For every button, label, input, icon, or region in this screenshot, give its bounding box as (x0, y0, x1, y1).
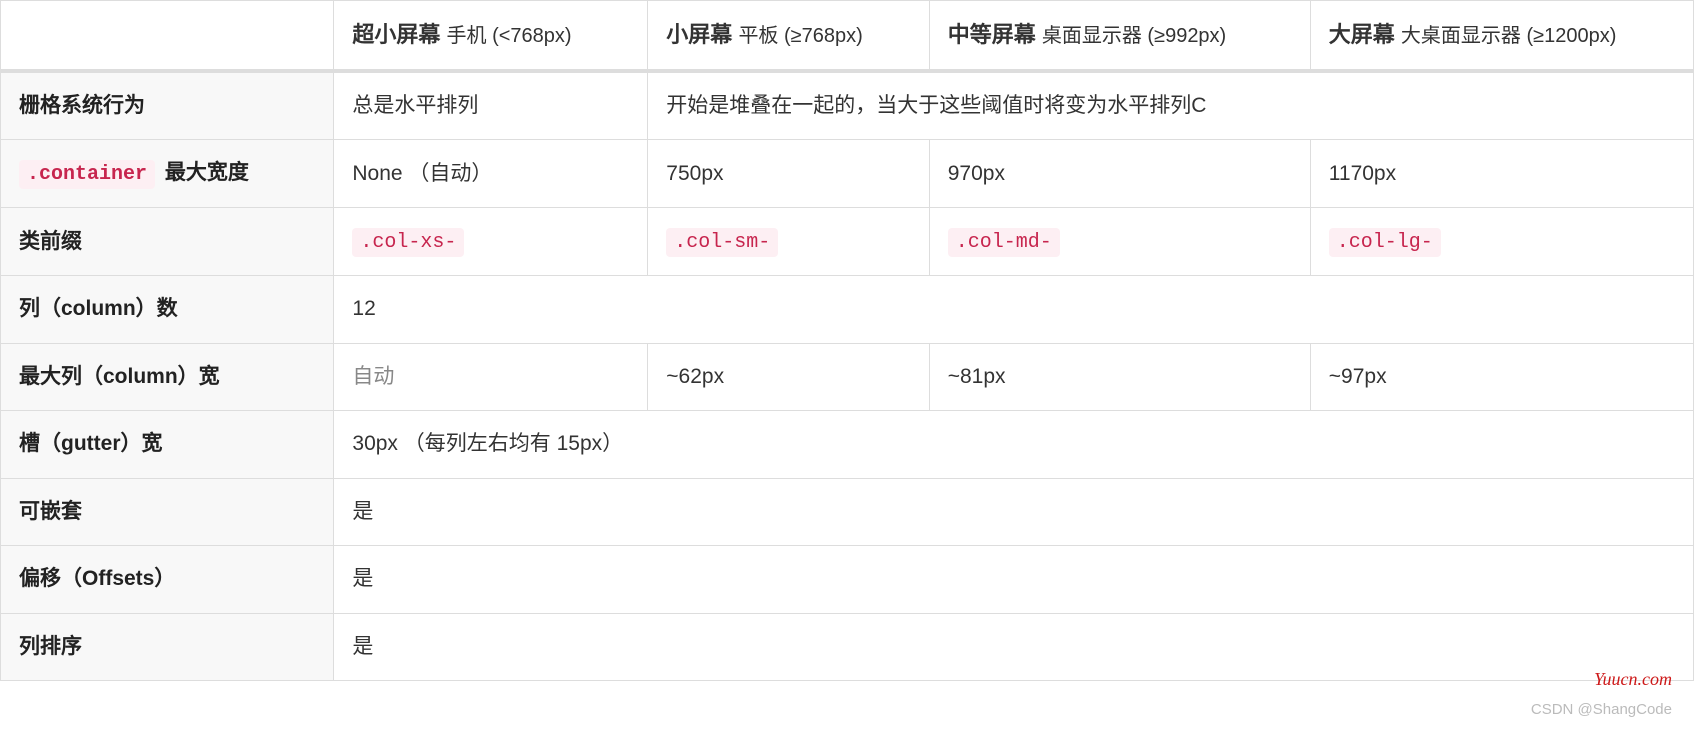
cell-maxcol-xs: 自动 (334, 343, 648, 410)
header-xs-sub: 手机 (<768px) (447, 25, 572, 47)
header-sm-sub: 平板 (≥768px) (738, 25, 862, 47)
table-row: 列（column）数 12 (1, 276, 1694, 343)
header-xs: 超小屏幕 手机 (<768px) (334, 1, 648, 72)
row-label-behavior: 栅格系统行为 (1, 71, 334, 140)
table-row: 栅格系统行为 总是水平排列 开始是堆叠在一起的，当大于这些阈值时将变为水平排列C (1, 71, 1694, 140)
header-lg: 大屏幕 大桌面显示器 (≥1200px) (1310, 1, 1693, 72)
row-label-ordering: 列排序 (1, 613, 334, 680)
table-row: 可嵌套 是 (1, 478, 1694, 545)
row-label-container: .container 最大宽度 (1, 140, 334, 208)
container-code: .container (19, 160, 155, 189)
header-lg-main: 大屏幕 (1329, 22, 1395, 47)
container-label-suffix: 最大宽度 (165, 161, 249, 184)
row-label-nestable: 可嵌套 (1, 478, 334, 545)
header-sm: 小屏幕 平板 (≥768px) (648, 1, 929, 72)
cell-container-sm: 750px (648, 140, 929, 208)
table-row: .container 最大宽度 None （自动） 750px 970px 11… (1, 140, 1694, 208)
cell-prefix-md: .col-md- (929, 208, 1310, 276)
row-label-offsets: 偏移（Offsets） (1, 546, 334, 613)
row-label-prefix: 类前缀 (1, 208, 334, 276)
row-label-gutter: 槽（gutter）宽 (1, 411, 334, 478)
header-xs-main: 超小屏幕 (352, 22, 440, 47)
cell-prefix-lg: .col-lg- (1310, 208, 1693, 276)
cell-ordering: 是 (334, 613, 1694, 680)
code-col-md: .col-md- (948, 228, 1060, 257)
header-lg-sub: 大桌面显示器 (≥1200px) (1401, 25, 1616, 47)
header-md-main: 中等屏幕 (948, 22, 1036, 47)
table-row: 偏移（Offsets） 是 (1, 546, 1694, 613)
code-col-lg: .col-lg- (1329, 228, 1441, 257)
code-col-sm: .col-sm- (666, 228, 778, 257)
watermark-csdn: CSDN @ShangCode (1531, 701, 1672, 718)
cell-behavior-xs: 总是水平排列 (334, 71, 648, 140)
cell-container-lg: 1170px (1310, 140, 1693, 208)
table-row: 列排序 是 (1, 613, 1694, 680)
table-header-row: 超小屏幕 手机 (<768px) 小屏幕 平板 (≥768px) 中等屏幕 桌面… (1, 1, 1694, 72)
cell-behavior-rest: 开始是堆叠在一起的，当大于这些阈值时将变为水平排列C (648, 71, 1694, 140)
header-md-sub: 桌面显示器 (≥992px) (1042, 25, 1226, 47)
cell-container-xs: None （自动） (334, 140, 648, 208)
cell-maxcol-lg: ~97px (1310, 343, 1693, 410)
grid-options-table: 超小屏幕 手机 (<768px) 小屏幕 平板 (≥768px) 中等屏幕 桌面… (0, 0, 1694, 681)
cell-columns: 12 (334, 276, 1694, 343)
header-md: 中等屏幕 桌面显示器 (≥992px) (929, 1, 1310, 72)
code-col-xs: .col-xs- (352, 228, 464, 257)
row-label-columns: 列（column）数 (1, 276, 334, 343)
cell-offsets: 是 (334, 546, 1694, 613)
cell-maxcol-sm: ~62px (648, 343, 929, 410)
cell-prefix-xs: .col-xs- (334, 208, 648, 276)
table-row: 最大列（column）宽 自动 ~62px ~81px ~97px (1, 343, 1694, 410)
table-row: 槽（gutter）宽 30px （每列左右均有 15px） (1, 411, 1694, 478)
cell-prefix-sm: .col-sm- (648, 208, 929, 276)
header-blank (1, 1, 334, 72)
cell-maxcol-md: ~81px (929, 343, 1310, 410)
cell-nestable: 是 (334, 478, 1694, 545)
cell-container-md: 970px (929, 140, 1310, 208)
row-label-maxcol: 最大列（column）宽 (1, 343, 334, 410)
cell-gutter: 30px （每列左右均有 15px） (334, 411, 1694, 478)
header-sm-main: 小屏幕 (666, 22, 732, 47)
table-row: 类前缀 .col-xs- .col-sm- .col-md- .col-lg- (1, 208, 1694, 276)
